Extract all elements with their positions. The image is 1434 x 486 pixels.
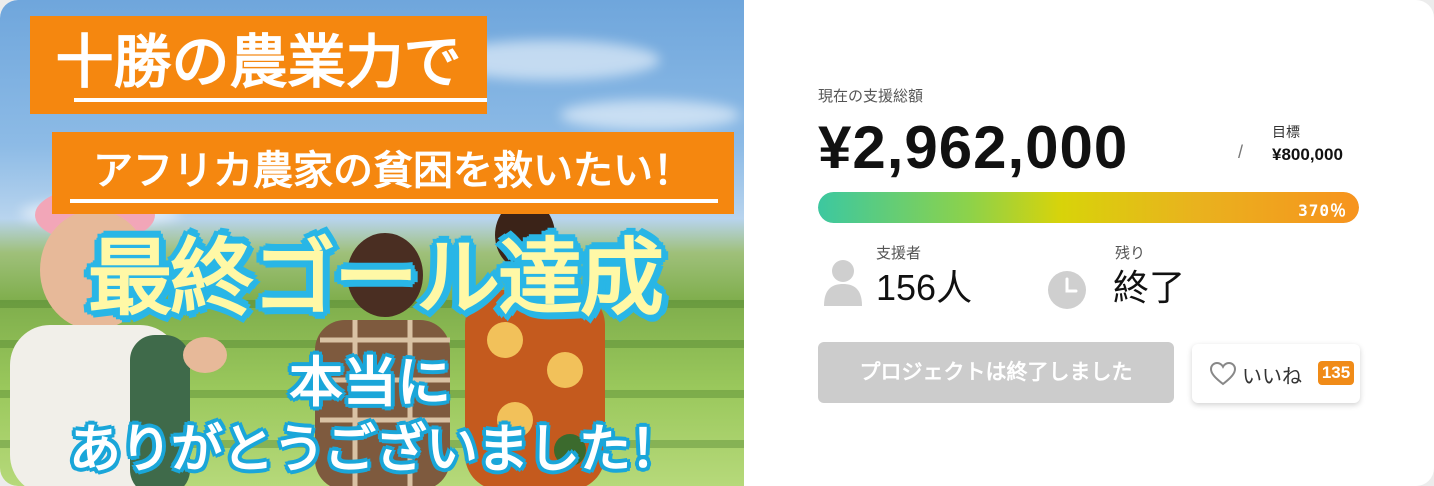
project-card: 十勝の農業力で アフリカ農家の貧困を救いたい！ 最終ゴール達成 本当に ありがと…	[0, 0, 1434, 486]
like-count-badge: 135	[1318, 361, 1354, 385]
supporters-label: 支援者	[876, 245, 922, 262]
funding-progress-percent: 370％	[1298, 201, 1347, 220]
underline	[70, 199, 718, 203]
clock-icon	[1048, 271, 1086, 309]
funding-progress-fill	[818, 192, 1359, 223]
goal-separator: /	[1238, 142, 1244, 162]
thanks-line2: ありがとうございました！	[68, 420, 682, 480]
project-ended-button[interactable]: プロジェクトは終了しました	[818, 342, 1174, 403]
project-hero-image[interactable]: 十勝の農業力で アフリカ農家の貧困を救いたい！ 最終ゴール達成 本当に ありがと…	[0, 0, 744, 486]
thanks-line1: 本当に	[289, 351, 451, 414]
remaining-value: 終了	[1113, 267, 1186, 308]
goal-achieved-text: 最終ゴール達成	[87, 229, 664, 327]
hero-banner-line1: 十勝の農業力で	[30, 16, 487, 114]
heart-icon	[1210, 362, 1236, 386]
hero-banner-line1-text: 十勝の農業力で	[55, 28, 462, 96]
hero-banner-line2-text: アフリカ農家の貧困を救いたい！	[93, 148, 693, 194]
underline	[74, 98, 487, 102]
hero-banner-line2: アフリカ農家の貧困を救いたい！	[52, 132, 734, 214]
remaining-label: 残り	[1115, 245, 1146, 262]
cloud	[560, 100, 740, 130]
current-amount-value: ¥2,962,000	[818, 114, 1129, 181]
like-button[interactable]: いいね 135	[1192, 344, 1360, 403]
like-label: いいね	[1242, 366, 1302, 388]
funding-progress-bar: 370％	[818, 192, 1359, 223]
goal-amount-value: ¥800,000	[1272, 145, 1343, 164]
goal-label: 目標	[1272, 124, 1300, 140]
current-amount-label: 現在の支援総額	[818, 88, 924, 105]
supporters-value: 156人	[876, 267, 973, 308]
user-icon	[824, 260, 862, 306]
